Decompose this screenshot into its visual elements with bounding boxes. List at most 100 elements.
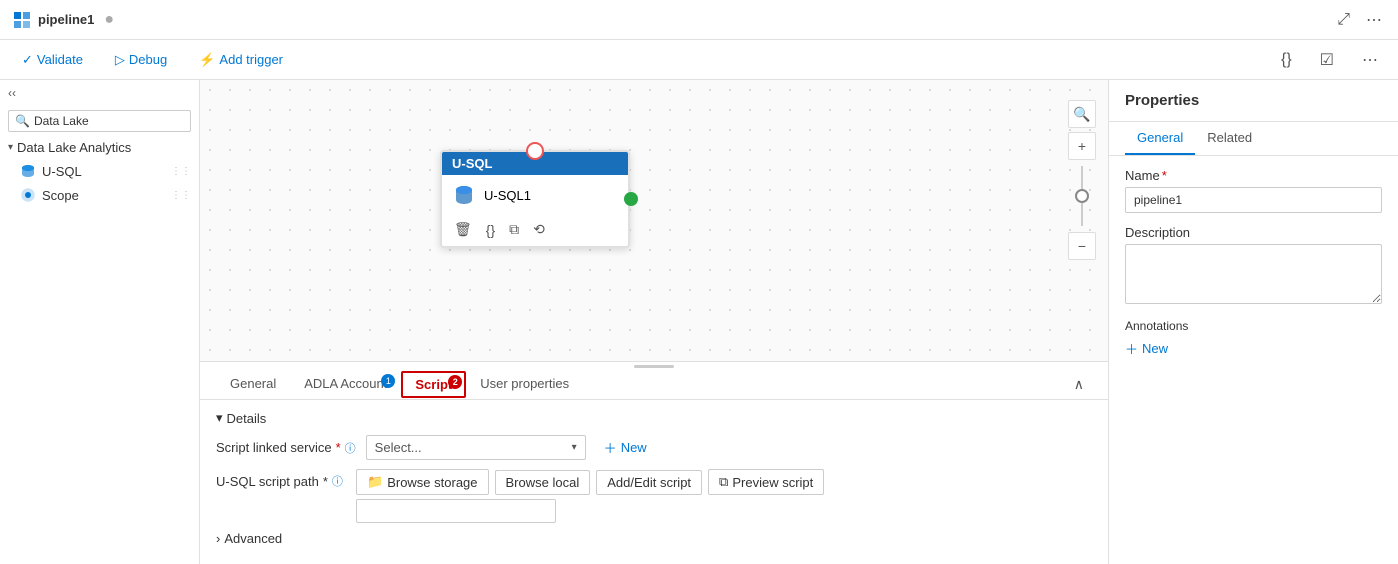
prop-description-field: Description [1125, 225, 1382, 307]
top-bar-right: ⤢ ⋯ [1333, 6, 1386, 34]
preview-script-button[interactable]: ⧉ Preview script [708, 469, 824, 495]
usql-path-label: U-SQL script path * ⓘ [216, 469, 346, 489]
sidebar-item-usql[interactable]: U-SQL ⋮⋮ [0, 159, 199, 183]
prop-name-input[interactable] [1125, 187, 1382, 213]
advanced-toggle[interactable]: › Advanced [216, 531, 1092, 546]
new-annotation-button[interactable]: ＋ New [1125, 339, 1168, 358]
bottom-panel: General ADLA Account 1 Script 2 User pro… [200, 361, 1108, 564]
zoom-slider-handle[interactable] [1075, 189, 1089, 203]
browse-local-button[interactable]: Browse local [495, 470, 591, 495]
usql-drag-handle[interactable]: ⋮⋮ [171, 166, 191, 177]
panel-drag-handle[interactable] [200, 362, 1108, 370]
prop-tab-related[interactable]: Related [1195, 122, 1264, 155]
main-layout: ‹‹ 🔍 ▾ Data Lake Analytics U-SQL ⋮⋮ Scop… [0, 80, 1398, 564]
script-service-select[interactable]: Select... ▾ [366, 435, 586, 460]
usql-icon [20, 163, 36, 179]
search-canvas-btn[interactable]: 🔍 [1068, 100, 1096, 128]
new-service-label: New [621, 440, 647, 455]
prop-annotations: Annotations ＋ New [1125, 319, 1382, 358]
pipeline-name: pipeline1 [38, 12, 94, 27]
panel-drag-line [634, 365, 674, 368]
tab-script[interactable]: Script 2 [401, 371, 466, 398]
scope-drag-handle[interactable]: ⋮⋮ [171, 190, 191, 201]
node-copy-btn[interactable]: ⧉ [507, 219, 521, 240]
trigger-label: Add trigger [219, 52, 283, 67]
code-button[interactable]: {} [1277, 47, 1296, 73]
category-header[interactable]: ▾ Data Lake Analytics [0, 136, 199, 159]
scope-label: Scope [42, 188, 79, 203]
browse-storage-button[interactable]: 📁 Browse storage [356, 469, 489, 495]
script-service-info-icon[interactable]: ⓘ [345, 440, 356, 456]
new-service-button[interactable]: ＋ New [596, 434, 655, 461]
preview-icon: ⧉ [719, 474, 728, 490]
details-label: Details [227, 411, 267, 426]
plus-annotation-icon: ＋ [1125, 339, 1138, 358]
node-delete-btn[interactable]: 🗑 [452, 219, 474, 240]
validate-label: Validate [37, 52, 83, 67]
zoom-slider[interactable] [1081, 166, 1083, 226]
select-chevron-icon: ▾ [572, 442, 577, 453]
script-badge: 2 [448, 375, 462, 389]
search-input[interactable] [34, 114, 184, 128]
tab-user-props[interactable]: User properties [466, 370, 583, 399]
zoom-out-btn[interactable]: − [1068, 232, 1096, 260]
sidebar-item-scope[interactable]: Scope ⋮⋮ [0, 183, 199, 207]
usql-path-row: U-SQL script path * ⓘ 📁 Browse storage [216, 469, 1092, 523]
advanced-chevron-icon: › [216, 531, 220, 546]
search-box[interactable]: 🔍 [8, 110, 191, 132]
top-bar: pipeline1 ● ⤢ ⋯ [0, 0, 1398, 40]
collapse-btn[interactable]: ‹‹ [8, 86, 16, 100]
logo-icon [12, 10, 32, 30]
search-icon: 🔍 [15, 114, 30, 128]
node-top-connector [526, 142, 544, 160]
canvas-top[interactable]: U-SQL U-SQL1 🗑 {} ⧉ ⟲ [200, 80, 1108, 361]
debug-icon: ▷ [115, 52, 125, 68]
panel-tabs: General ADLA Account 1 Script 2 User pro… [200, 370, 1108, 400]
zoom-in-btn[interactable]: + [1068, 132, 1096, 160]
details-chevron-icon: ▾ [216, 410, 223, 426]
expand-button[interactable]: ⤢ [1333, 7, 1354, 33]
chevron-down-icon: ▾ [8, 142, 13, 153]
toolbar-more-btn[interactable]: ⋯ [1358, 46, 1382, 74]
usql-path-info-icon[interactable]: ⓘ [332, 473, 343, 489]
prop-annotations-label: Annotations [1125, 319, 1382, 333]
validate-icon: ✓ [22, 52, 33, 68]
add-trigger-button[interactable]: ⚡ Add trigger [193, 48, 289, 72]
more-options-button[interactable]: ⋯ [1362, 6, 1386, 34]
prop-title: Properties [1125, 92, 1199, 109]
debug-label: Debug [129, 52, 167, 67]
prop-name-label: Name * [1125, 168, 1382, 183]
usql-node[interactable]: U-SQL U-SQL1 🗑 {} ⧉ ⟲ [440, 150, 630, 248]
tab-adla[interactable]: ADLA Account 1 [290, 370, 401, 399]
toolbar: ✓ Validate ▷ Debug ⚡ Add trigger {} ☑ ⋯ [0, 40, 1398, 80]
prop-description-textarea[interactable] [1125, 244, 1382, 304]
prop-tab-general[interactable]: General [1125, 122, 1195, 155]
logo: pipeline1 ● [12, 10, 114, 30]
panel-content: ▾ Details Script linked service * ⓘ Sele… [200, 400, 1108, 564]
canvas-controls: 🔍 + − [1068, 100, 1096, 260]
validate-icon-btn[interactable]: ☑ [1316, 46, 1338, 74]
canvas[interactable]: U-SQL U-SQL1 🗑 {} ⧉ ⟲ [200, 80, 1108, 361]
add-edit-script-button[interactable]: Add/Edit script [596, 470, 702, 495]
scope-icon [20, 187, 36, 203]
usql-label: U-SQL [42, 164, 82, 179]
details-toggle[interactable]: ▾ Details [216, 410, 1092, 426]
prop-content: Name * Description Annotations ＋ New [1109, 156, 1398, 370]
script-service-label: Script linked service * ⓘ [216, 440, 356, 456]
properties-panel: Properties General Related Name * Descri… [1108, 80, 1398, 564]
validate-button[interactable]: ✓ Validate [16, 48, 89, 72]
node-body: U-SQL1 [442, 175, 628, 215]
debug-button[interactable]: ▷ Debug [109, 48, 173, 72]
node-arrow-btn[interactable]: ⟲ [531, 219, 547, 240]
usql-path-input[interactable] [356, 499, 556, 523]
node-db-icon [452, 183, 476, 207]
prop-description-label: Description [1125, 225, 1382, 240]
tab-general[interactable]: General [216, 370, 290, 399]
adla-badge: 1 [381, 374, 395, 388]
path-input-col: 📁 Browse storage Browse local Add/Edit s… [356, 469, 824, 523]
plus-icon: ＋ [604, 438, 617, 457]
script-service-row: Script linked service * ⓘ Select... ▾ ＋ … [216, 434, 1092, 461]
prop-tabs: General Related [1109, 122, 1398, 156]
panel-collapse-btn[interactable]: ∧ [1066, 372, 1092, 397]
node-code-btn[interactable]: {} [484, 219, 497, 240]
